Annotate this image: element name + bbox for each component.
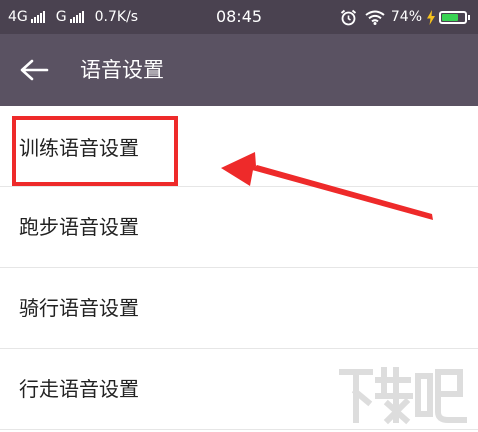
app-bar: 语音设置 <box>0 34 478 106</box>
charging-icon <box>426 9 436 25</box>
status-right: 74% <box>340 0 470 34</box>
list-item-walking-voice[interactable]: 行走语音设置 <box>0 349 478 430</box>
voice-settings-list: 训练语音设置 跑步语音设置 骑行语音设置 行走语音设置 <box>0 106 478 430</box>
back-arrow-icon <box>20 59 49 81</box>
list-item-label: 行走语音设置 <box>19 377 139 401</box>
list-item-label: 跑步语音设置 <box>19 215 139 239</box>
page-title: 语音设置 <box>80 58 164 82</box>
list-item-cycling-voice[interactable]: 骑行语音设置 <box>0 268 478 349</box>
wifi-icon <box>365 10 385 25</box>
status-bar: 4G G 0.7K/s 08:45 74% <box>0 0 478 34</box>
list-item-running-voice[interactable]: 跑步语音设置 <box>0 187 478 268</box>
battery-level <box>442 13 458 21</box>
battery-percent: 74% <box>390 9 422 25</box>
battery-body <box>439 10 467 24</box>
list-item-label: 训练语音设置 <box>19 136 139 160</box>
list-item-label: 骑行语音设置 <box>19 296 139 320</box>
back-button[interactable] <box>14 52 54 88</box>
battery-icon <box>439 10 470 24</box>
alarm-icon <box>340 9 357 26</box>
list-item-training-voice[interactable]: 训练语音设置 <box>0 106 478 187</box>
screen: 4G G 0.7K/s 08:45 74% 语音设置 训练语音设置 跑步语音设置… <box>0 0 478 432</box>
battery-tip <box>468 14 470 20</box>
